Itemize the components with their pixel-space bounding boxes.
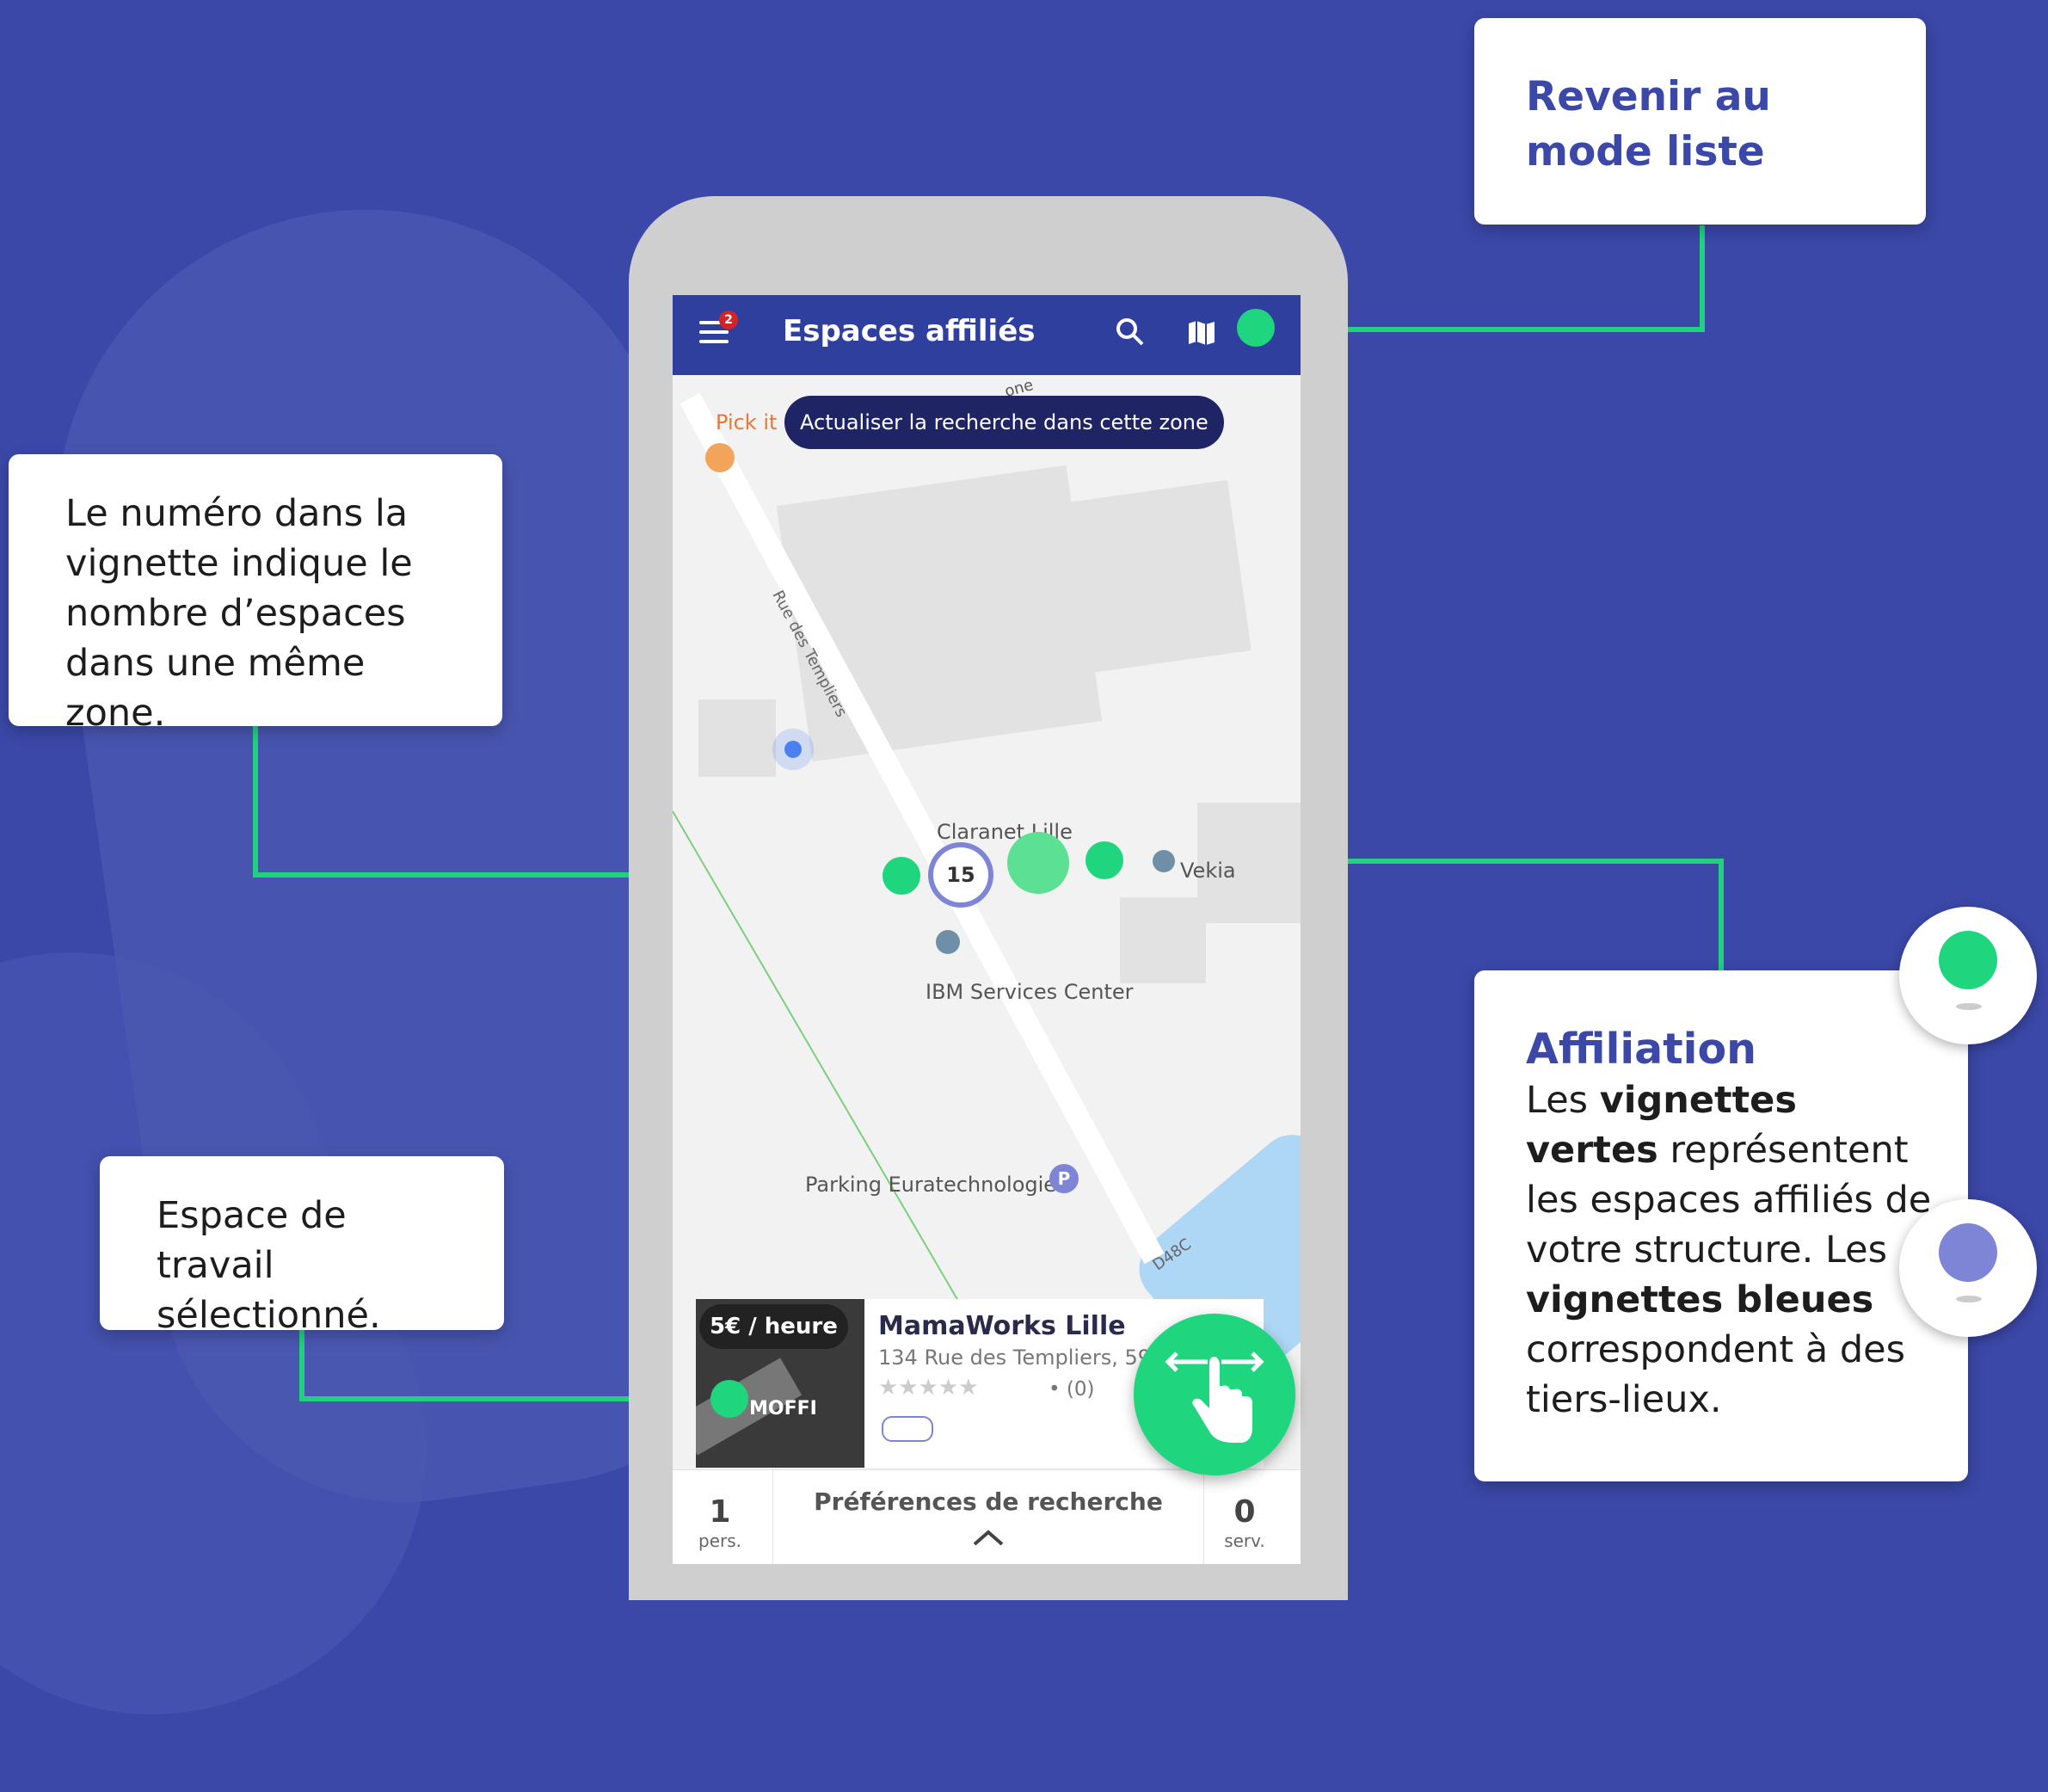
callout-mode-liste-title: Revenir au mode liste <box>1526 73 1771 176</box>
annotation-dot-mode-liste <box>1237 309 1275 347</box>
affiliation-text-part: correspondent à des tiers-lieux. <box>1526 1328 1906 1421</box>
chevron-up-icon <box>973 1530 1004 1546</box>
restaurant-pin-icon <box>705 443 735 472</box>
callout-numero-text: Le numéro dans la vignette indique le no… <box>65 492 413 735</box>
callout-affiliation: Affiliation Les vignettes vertes représe… <box>1474 970 1968 1481</box>
map-icon[interactable] <box>1187 318 1216 348</box>
legend-green-pin <box>1899 907 2037 1044</box>
callout-affiliation-title: Affiliation <box>1526 1025 1756 1074</box>
annotation-dot-espace <box>710 1380 748 1418</box>
swipe-gesture-button[interactable] <box>1134 1314 1295 1475</box>
callout-espace-text: Espace de travail sélectionné. <box>157 1194 381 1337</box>
moffi-logo: MOFFI <box>749 1398 817 1419</box>
search-preferences-bar[interactable]: 1 pers. Préférences de recherche 0 serv. <box>673 1469 1301 1564</box>
meeting-table-icon <box>882 1416 933 1442</box>
pin-shadow <box>1956 1296 1982 1302</box>
notification-badge: 2 <box>719 311 738 329</box>
callout-numero: Le numéro dans la vignette indique le no… <box>9 454 502 735</box>
review-count: • (0) <box>1049 1378 1095 1401</box>
pin-shadow <box>1956 1003 1982 1010</box>
refresh-search-button[interactable]: Actualiser la recherche dans cette zone <box>784 396 1224 449</box>
rating-stars: ★★★★★ <box>878 1375 979 1401</box>
connector-line <box>1700 225 1705 332</box>
preferences-title: Préférences de recherche <box>814 1487 1163 1516</box>
cluster-pin[interactable]: 15 <box>933 847 988 902</box>
green-pin-icon <box>1939 931 1997 989</box>
connector-line <box>253 723 258 878</box>
persons-label: pers. <box>698 1530 741 1551</box>
map-label-ibm: IBM Services Center <box>926 980 1134 1004</box>
callout-espace: Espace de travail sélectionné. <box>100 1156 504 1337</box>
app-bar: 2 Espaces affiliés <box>673 295 1301 375</box>
place-pin-icon <box>936 930 960 954</box>
connector-line <box>1719 859 1724 970</box>
services-label: serv. <box>1224 1530 1265 1551</box>
annotation-dot-cluster <box>883 857 920 895</box>
search-icon[interactable] <box>1115 317 1146 348</box>
space-name: MamaWorks Lille <box>878 1311 1126 1341</box>
price-badge: 5€ / heure <box>699 1304 848 1349</box>
blue-pin-icon <box>1939 1223 1997 1282</box>
place-pin-icon <box>1153 850 1175 872</box>
callout-mode-liste: Revenir au mode liste <box>1474 18 1926 225</box>
annotation-dot-affiliation <box>1086 841 1123 879</box>
affiliated-space-pin[interactable] <box>1007 832 1069 894</box>
preferences-toggle[interactable]: Préférences de recherche <box>772 1470 1204 1564</box>
parking-icon: P <box>1049 1164 1079 1193</box>
callout-affiliation-text: Les vignettes vertes représentent les es… <box>1526 1075 1934 1425</box>
page-title: Espaces affiliés <box>783 314 1036 348</box>
persons-count: 1 <box>709 1494 731 1530</box>
affiliation-text-part: Les <box>1526 1079 1600 1122</box>
swipe-hand-icon <box>1165 1352 1264 1443</box>
space-address: 134 Rue des Templiers, 590 <box>878 1346 1165 1370</box>
map-label-vekia: Vekia <box>1180 859 1236 883</box>
services-count: 0 <box>1233 1494 1256 1530</box>
legend-blue-pin <box>1899 1199 2037 1337</box>
current-location-dot <box>784 741 802 758</box>
map-label-parking: Parking Euratechnologies <box>805 1173 1067 1197</box>
affiliation-blue-label: vignettes bleues <box>1526 1278 1874 1321</box>
